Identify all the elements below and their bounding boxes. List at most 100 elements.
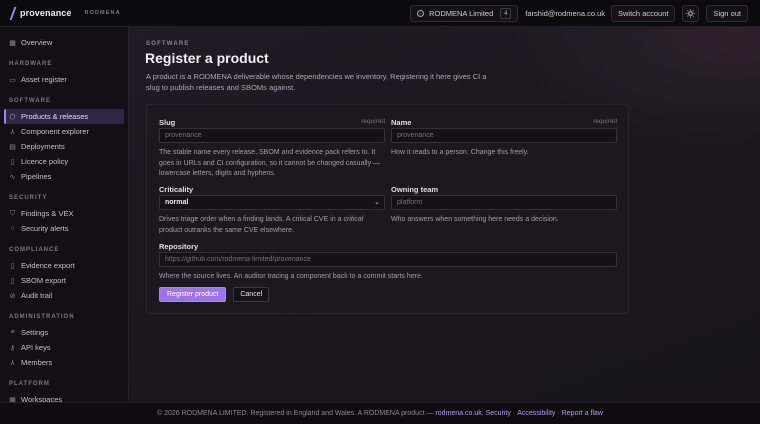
criticality-label: Criticality <box>159 185 194 194</box>
sidebar-section-compliance: COMPLIANCE <box>9 247 60 253</box>
owning-team-input[interactable]: platform <box>391 195 617 210</box>
chevron-down-icon: ⌄ <box>374 199 380 206</box>
top-right-controls: ✓ RODMENA Limited 4 farshid@rodmena.co.u… <box>410 4 748 23</box>
sidebar-section-hardware: HARDWARE <box>9 61 53 67</box>
sidebar-item-label: API keys <box>21 343 51 352</box>
owning-team-field: Owning team platform Who answers when so… <box>391 185 617 235</box>
key-icon: ⚷ <box>9 344 16 352</box>
sidebar: ▦ Overview HARDWARE ▭ Asset register SOF… <box>0 27 129 404</box>
brand[interactable]: provenance RODMENA <box>9 6 121 20</box>
footer-security-link[interactable]: Security <box>486 410 511 417</box>
sidebar-item-evidence-export[interactable]: ▯ Evidence export <box>4 258 124 273</box>
sidebar-item-label: Security alerts <box>21 224 69 233</box>
slug-hint: The stable name every release, SBOM and … <box>159 149 381 177</box>
sidebar-item-label: Evidence export <box>21 261 75 270</box>
sidebar-item-products-releases[interactable]: ⬡ Products & releases <box>4 109 124 124</box>
sidebar-item-label: Members <box>21 358 53 367</box>
footer-report-link[interactable]: Report a flaw <box>562 410 603 417</box>
box-icon: ⬡ <box>9 113 16 121</box>
brand-logo-mark <box>9 6 17 20</box>
footer-site-link[interactable]: rodmena.co.uk. <box>435 410 483 417</box>
name-hint: How it reads to a person. Change this fr… <box>391 149 529 156</box>
sidebar-item-members[interactable]: ⅄ Members <box>4 355 124 370</box>
register-product-button[interactable]: Register product <box>159 287 227 302</box>
top-bar: provenance RODMENA ✓ RODMENA Limited 4 f… <box>0 0 760 27</box>
owning-team-label: Owning team <box>391 185 439 194</box>
sidebar-item-label: Component explorer <box>21 127 89 136</box>
footer-separator: · <box>512 410 516 417</box>
name-required-tag: required <box>593 118 617 125</box>
sidebar-item-label: Pipelines <box>21 172 52 181</box>
sidebar-item-label: Settings <box>21 328 49 337</box>
footer-accessibility-link[interactable]: Accessibility <box>517 410 555 417</box>
sliders-icon: ≡ <box>10 329 15 336</box>
slug-field: Slug required provenance The stable name… <box>159 118 385 178</box>
slug-input[interactable]: provenance <box>159 128 385 143</box>
sun-icon <box>686 9 696 18</box>
document-icon: ▯ <box>10 158 15 166</box>
sidebar-item-label: SBOM export <box>21 276 67 285</box>
sidebar-item-deployments[interactable]: ▤ Deployments <box>4 139 124 154</box>
sign-out-button[interactable]: Sign out <box>706 5 748 22</box>
sidebar-section-administration: ADMINISTRATION <box>9 314 75 320</box>
users-icon: ⅄ <box>10 359 15 367</box>
sidebar-item-settings[interactable]: ≡ Settings <box>4 325 124 340</box>
sidebar-item-asset-register[interactable]: ▭ Asset register <box>4 72 124 87</box>
main-content: SOFTWARE Register a product A product is… <box>129 27 760 402</box>
sidebar-item-licence-policy[interactable]: ▯ Licence policy <box>4 154 124 169</box>
org-switcher[interactable]: ✓ RODMENA Limited 4 <box>410 5 519 22</box>
org-icon: ✓ <box>417 10 425 17</box>
slug-label: Slug <box>159 118 176 127</box>
sidebar-item-audit-trail[interactable]: ⊘ Audit trail <box>4 288 124 303</box>
sidebar-item-pipelines[interactable]: ∿ Pipelines <box>4 169 124 184</box>
grid-icon: ▦ <box>9 39 16 47</box>
sidebar-item-label: Audit trail <box>21 291 53 300</box>
name-input[interactable]: provenance <box>391 128 617 143</box>
footer: © 2026 RODMENA LIMITED. Registered in En… <box>0 402 760 424</box>
brand-name: provenance <box>20 8 72 18</box>
criticality-hint-emphasis: critical <box>343 216 364 223</box>
page-title: Register a product <box>145 50 269 66</box>
sidebar-item-label: Asset register <box>21 75 67 84</box>
switch-account-button[interactable]: Switch account <box>611 5 676 22</box>
sidebar-item-sbom-export[interactable]: ▯ SBOM export <box>4 273 124 288</box>
server-icon: ▤ <box>9 143 16 151</box>
cancel-button[interactable]: Cancel <box>233 287 270 302</box>
criticality-value: normal <box>165 199 189 206</box>
sidebar-item-findings-vex[interactable]: ⛉ Findings & VEX <box>4 206 124 221</box>
sidebar-item-overview[interactable]: ▦ Overview <box>4 35 124 50</box>
owning-team-hint: Who answers when something here needs a … <box>391 216 559 223</box>
criticality-field: Criticality normal ⌄ Drives triage order… <box>159 185 385 235</box>
org-name: RODMENA Limited <box>429 9 494 18</box>
repository-field: Repository https://github.com/rodmena-li… <box>159 242 617 284</box>
file-icon: ▯ <box>10 262 15 270</box>
org-count-badge: 4 <box>500 8 512 19</box>
monitor-icon: ▭ <box>9 76 16 84</box>
repository-label: Repository <box>159 242 199 251</box>
pulse-icon: ∿ <box>9 173 16 181</box>
criticality-hint: Drives triage order when a finding lands… <box>159 215 385 236</box>
repository-input[interactable]: https://github.com/rodmena-limited/prove… <box>159 252 617 267</box>
criticality-select[interactable]: normal ⌄ <box>159 195 385 210</box>
footer-copyright: © 2026 RODMENA LIMITED. Registered in En… <box>157 410 434 417</box>
tree-icon: ⅄ <box>10 128 15 136</box>
sidebar-section-platform: PLATFORM <box>9 381 50 387</box>
theme-toggle-button[interactable] <box>682 5 700 22</box>
sidebar-item-component-explorer[interactable]: ⅄ Component explorer <box>4 124 124 139</box>
page-intro: A product is a RODMENA deliverable whose… <box>146 72 487 92</box>
name-label: Name <box>391 118 412 127</box>
criticality-hint-text-end: product outranks the same CVE elsewhere. <box>159 226 295 234</box>
sidebar-item-label: Licence policy <box>21 157 69 166</box>
footer-separator: · <box>557 410 560 417</box>
sidebar-item-label: Products & releases <box>21 112 89 121</box>
file-icon: ▯ <box>10 277 15 285</box>
register-product-form: Slug required provenance The stable name… <box>146 104 629 314</box>
name-field: Name required provenance How it reads to… <box>391 118 617 178</box>
sidebar-item-api-keys[interactable]: ⚷ API keys <box>4 340 124 355</box>
criticality-hint-text: Drives triage order when a finding lands… <box>159 216 344 223</box>
repository-hint: Where the source lives. An auditor traci… <box>159 273 423 280</box>
sidebar-item-security-alerts[interactable]: ○ Security alerts <box>4 221 124 236</box>
sidebar-section-security: SECURITY <box>9 195 48 201</box>
slug-required-tag: required <box>361 118 385 125</box>
brand-org: RODMENA <box>84 10 121 16</box>
